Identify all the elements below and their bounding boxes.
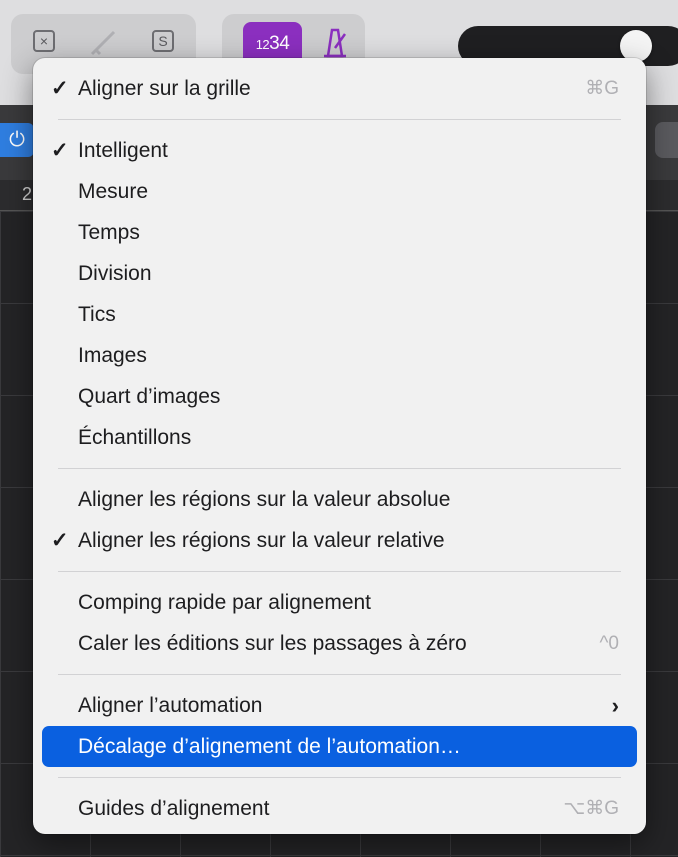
checkmark-icon: ✓ xyxy=(51,77,69,100)
checkmark-icon: ✓ xyxy=(51,139,69,162)
menu-item-label: Aligner les régions sur la valeur relati… xyxy=(78,529,445,552)
menu-item-label: Aligner sur la grille xyxy=(78,77,251,100)
menu-item-label: Division xyxy=(78,262,152,285)
ruler-bar-number: 2 xyxy=(22,184,33,204)
menu-item-quarter-frames[interactable]: Quart d’images xyxy=(42,376,637,417)
menu-separator xyxy=(58,119,621,120)
shortcut-label: ⌘G xyxy=(585,78,619,99)
menu-item-ticks[interactable]: Tics xyxy=(42,294,637,335)
menu-item-bar[interactable]: Mesure xyxy=(42,171,637,212)
menu-item-label: Décalage d’alignement de l’automation… xyxy=(78,735,461,758)
metronome-icon[interactable] xyxy=(318,26,352,60)
pencil-tool-icon[interactable] xyxy=(88,28,120,58)
lcd-left-digits: 12 xyxy=(255,37,270,52)
menu-item-beat[interactable]: Temps xyxy=(42,212,637,253)
close-box-icon[interactable]: × xyxy=(33,30,55,52)
menu-item-snap-relative[interactable]: ✓ Aligner les régions sur la valeur rela… xyxy=(42,520,637,561)
shortcut-label: ^0 xyxy=(599,633,619,654)
menu-item-label: Aligner l’automation xyxy=(78,694,263,717)
menu-item-label: Quart d’images xyxy=(78,385,221,408)
menu-item-automation-snap-offset[interactable]: Décalage d’alignement de l’automation… xyxy=(42,726,637,767)
menu-item-label: Tics xyxy=(78,303,116,326)
header-right-button[interactable] xyxy=(655,122,678,158)
menu-item-alignment-guides[interactable]: Guides d’alignement ⌥⌘G xyxy=(42,788,637,829)
menu-item-label: Images xyxy=(78,344,147,367)
menu-item-samples[interactable]: Échantillons xyxy=(42,417,637,458)
menu-item-division[interactable]: Division xyxy=(42,253,637,294)
menu-item-snap-to-grid[interactable]: ✓ Aligner sur la grille ⌘G xyxy=(42,68,637,109)
menu-separator xyxy=(58,571,621,572)
menu-separator xyxy=(58,468,621,469)
chevron-right-icon: › xyxy=(611,693,619,718)
menu-separator xyxy=(58,777,621,778)
logic-pro-window: × S 1234 ⏻ 2 ✓ Aligner sur la grille ⌘G … xyxy=(0,0,678,857)
menu-item-snap-automation[interactable]: Aligner l’automation › xyxy=(42,685,637,726)
menu-item-frames[interactable]: Images xyxy=(42,335,637,376)
menu-item-quick-swipe-comping[interactable]: Comping rapide par alignement xyxy=(42,582,637,623)
menu-separator xyxy=(58,674,621,675)
menu-item-label: Guides d’alignement xyxy=(78,797,270,820)
menu-item-zero-crossings[interactable]: Caler les éditions sur les passages à zé… xyxy=(42,623,637,664)
menu-item-label: Temps xyxy=(78,221,140,244)
menu-item-smart[interactable]: ✓ Intelligent xyxy=(42,130,637,171)
menu-item-label: Intelligent xyxy=(78,139,168,162)
menu-item-label: Aligner les régions sur la valeur absolu… xyxy=(78,488,451,511)
menu-item-label: Caler les éditions sur les passages à zé… xyxy=(78,632,467,655)
checkmark-icon: ✓ xyxy=(51,529,69,552)
menu-item-label: Mesure xyxy=(78,180,149,203)
menu-item-label: Échantillons xyxy=(78,426,192,449)
menu-item-snap-absolute[interactable]: Aligner les régions sur la valeur absolu… xyxy=(42,479,637,520)
shortcut-label: ⌥⌘G xyxy=(563,798,619,819)
snap-menu: ✓ Aligner sur la grille ⌘G ✓ Intelligent… xyxy=(33,58,646,834)
power-icon[interactable]: ⏻ xyxy=(0,123,34,157)
menu-item-label: Comping rapide par alignement xyxy=(78,591,372,614)
lcd-right-digits: 34 xyxy=(269,33,290,54)
solo-s-icon[interactable]: S xyxy=(152,30,174,52)
